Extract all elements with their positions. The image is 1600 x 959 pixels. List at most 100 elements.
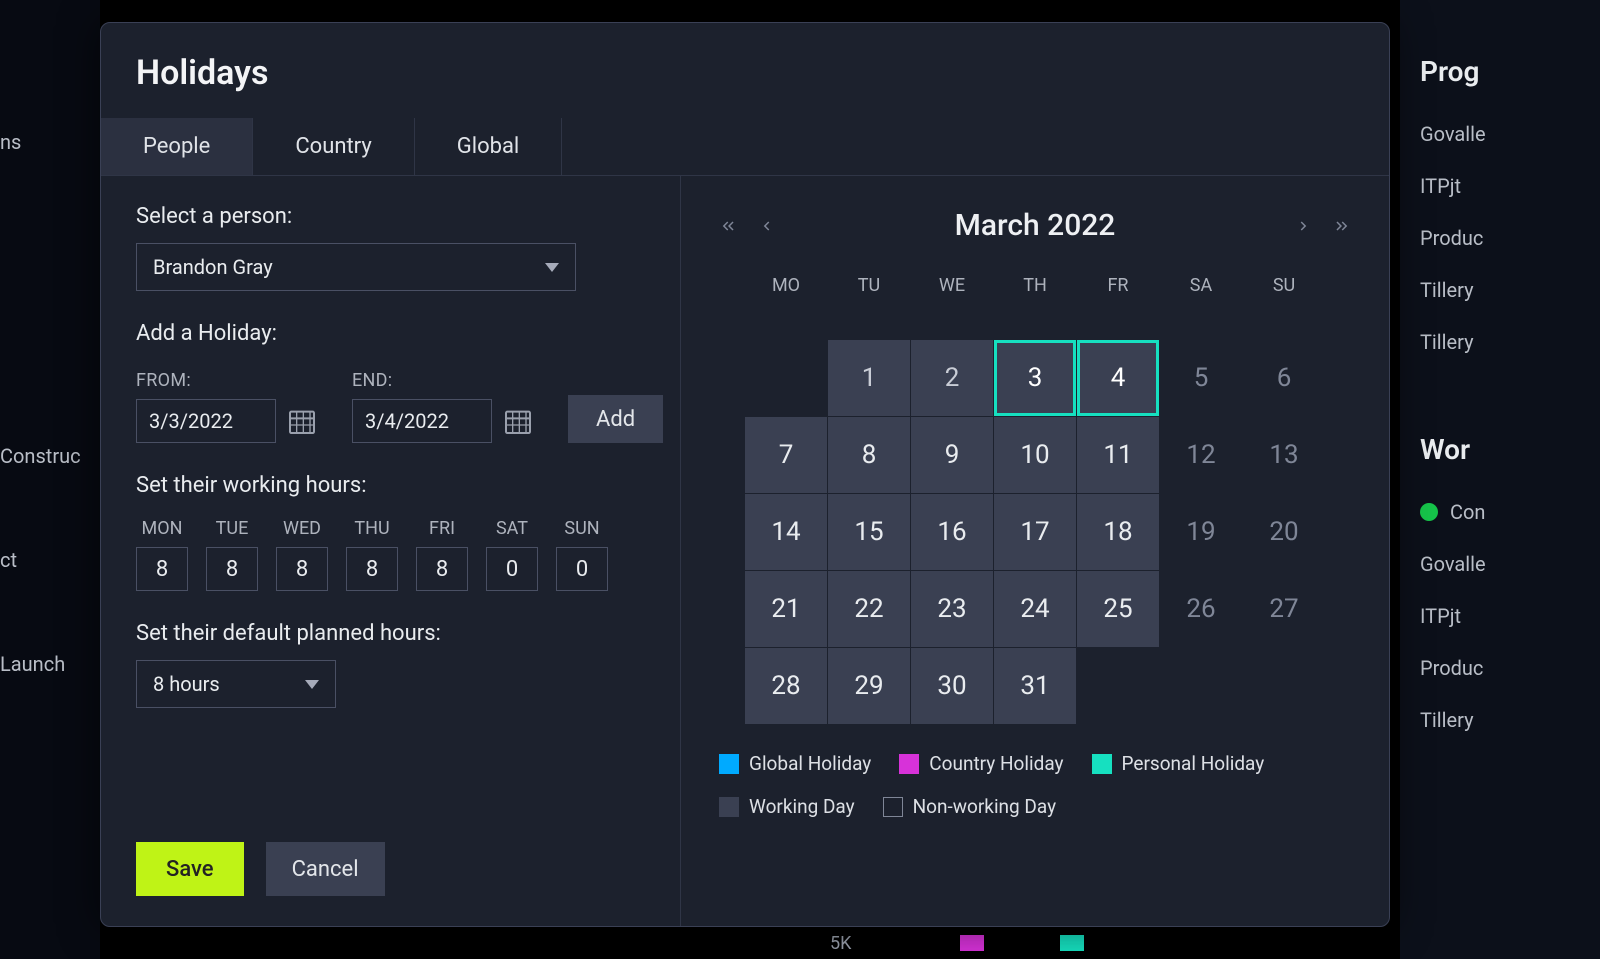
list-item: Con [1420, 486, 1600, 538]
right-header-2: Wor [1420, 433, 1600, 466]
swatch-global-icon [719, 754, 739, 774]
hours-input-mon[interactable]: 8 [136, 547, 188, 591]
calendar-legend: Global Holiday Country Holiday Personal … [719, 752, 1351, 818]
calendar-day[interactable]: 17 [994, 494, 1076, 570]
calendar-day[interactable]: 22 [828, 571, 910, 647]
save-button[interactable]: Save [136, 842, 244, 896]
calendar-day[interactable]: 2 [911, 340, 993, 416]
person-select[interactable]: Brandon Gray [136, 243, 576, 291]
hours-input-sun[interactable]: 0 [556, 547, 608, 591]
calendar-day [745, 340, 827, 416]
calendar-day[interactable]: 28 [745, 648, 827, 724]
swatch-personal-icon [1092, 754, 1112, 774]
status-dot-icon [1420, 503, 1438, 521]
calendar-day[interactable]: 21 [745, 571, 827, 647]
default-planned-label: Set their default planned hours: [136, 621, 645, 646]
calendar-day[interactable]: 9 [911, 417, 993, 493]
calendar-day[interactable]: 5 [1160, 340, 1242, 416]
sidebar-item: ns [0, 110, 100, 174]
calendar-day[interactable]: 20 [1243, 494, 1325, 570]
list-item: Produc [1420, 212, 1600, 264]
list-item-label: Con [1450, 500, 1485, 524]
calendar-day[interactable]: 26 [1160, 571, 1242, 647]
calendar-day[interactable]: 24 [994, 571, 1076, 647]
tab-country[interactable]: Country [253, 118, 414, 175]
tab-global[interactable]: Global [415, 118, 563, 175]
calendar-day [1243, 648, 1325, 724]
hours-input-sat[interactable]: 0 [486, 547, 538, 591]
chevron-left-icon[interactable] [757, 217, 775, 235]
calendar-day[interactable]: 7 [745, 417, 827, 493]
dow-label: MON [136, 518, 188, 539]
list-item: ITPjt [1420, 590, 1600, 642]
calendar-icon[interactable] [502, 405, 534, 437]
calendar-day[interactable]: 30 [911, 648, 993, 724]
sidebar-item: ct [0, 528, 100, 592]
cal-dow-label: SA [1160, 263, 1242, 307]
from-label: FROM: [136, 370, 318, 391]
from-date-input[interactable]: 3/3/2022 [136, 399, 276, 443]
legend-swatch-icon [1060, 935, 1084, 951]
calendar-day [1160, 648, 1242, 724]
calendar-day[interactable]: 1 [828, 340, 910, 416]
calendar-day[interactable]: 27 [1243, 571, 1325, 647]
add-button[interactable]: Add [568, 395, 663, 443]
calendar-day[interactable]: 8 [828, 417, 910, 493]
background-left-col: ns Construc ct Launch [0, 0, 100, 959]
calendar-day[interactable]: 11 [1077, 417, 1159, 493]
cancel-button[interactable]: Cancel [266, 842, 385, 896]
calendar-day[interactable]: 10 [994, 417, 1076, 493]
calendar-day [1077, 648, 1159, 724]
dow-label: TUE [206, 518, 258, 539]
calendar-day[interactable]: 3 [994, 340, 1076, 416]
left-panel: Select a person: Brandon Gray Add a Holi… [101, 176, 681, 926]
calendar-day[interactable]: 13 [1243, 417, 1325, 493]
right-header: Prog [1420, 55, 1600, 88]
dow-label: WED [276, 518, 328, 539]
list-item: Produc [1420, 642, 1600, 694]
dow-label: SAT [486, 518, 538, 539]
cal-dow-label: TH [994, 263, 1076, 307]
chevron-right-icon[interactable] [1295, 217, 1313, 235]
chevron-down-icon [305, 680, 319, 689]
chevron-double-right-icon[interactable] [1333, 217, 1351, 235]
calendar-day[interactable]: 14 [745, 494, 827, 570]
legend-label: Country Holiday [929, 752, 1063, 775]
cal-dow-label: FR [1077, 263, 1159, 307]
calendar-day[interactable]: 29 [828, 648, 910, 724]
planned-hours-select[interactable]: 8 hours [136, 660, 336, 708]
list-item: Govalle [1420, 108, 1600, 160]
calendar-day[interactable]: 31 [994, 648, 1076, 724]
list-item: Tillery [1420, 694, 1600, 746]
calendar-icon[interactable] [286, 405, 318, 437]
hours-input-fri[interactable]: 8 [416, 547, 468, 591]
holidays-modal: Holidays People Country Global Select a … [100, 22, 1390, 927]
end-date-input[interactable]: 3/4/2022 [352, 399, 492, 443]
calendar-day[interactable]: 23 [911, 571, 993, 647]
chevron-double-left-icon[interactable] [719, 217, 737, 235]
chevron-down-icon [545, 263, 559, 272]
list-item: Tillery [1420, 264, 1600, 316]
legend-label: Global Holiday [749, 752, 871, 775]
tab-people[interactable]: People [101, 118, 253, 175]
planned-hours-value: 8 hours [153, 672, 220, 696]
end-label: END: [352, 370, 534, 391]
hours-input-tue[interactable]: 8 [206, 547, 258, 591]
calendar-day[interactable]: 25 [1077, 571, 1159, 647]
hours-input-wed[interactable]: 8 [276, 547, 328, 591]
add-holiday-label: Add a Holiday: [136, 321, 645, 346]
calendar-day[interactable]: 4 [1077, 340, 1159, 416]
working-hours-label: Set their working hours: [136, 473, 645, 498]
calendar-day[interactable]: 15 [828, 494, 910, 570]
calendar-day[interactable]: 12 [1160, 417, 1242, 493]
calendar-day[interactable]: 18 [1077, 494, 1159, 570]
hours-input-thu[interactable]: 8 [346, 547, 398, 591]
list-item: Tillery [1420, 316, 1600, 368]
calendar-day[interactable]: 19 [1160, 494, 1242, 570]
calendar-day[interactable]: 6 [1243, 340, 1325, 416]
tab-bar: People Country Global [101, 118, 1389, 176]
axis-tick: 5K [830, 933, 851, 954]
calendar-day[interactable]: 16 [911, 494, 993, 570]
cal-dow-label: WE [911, 263, 993, 307]
background-right-col: Prog Govalle ITPjt Produc Tillery Tiller… [1400, 0, 1600, 959]
